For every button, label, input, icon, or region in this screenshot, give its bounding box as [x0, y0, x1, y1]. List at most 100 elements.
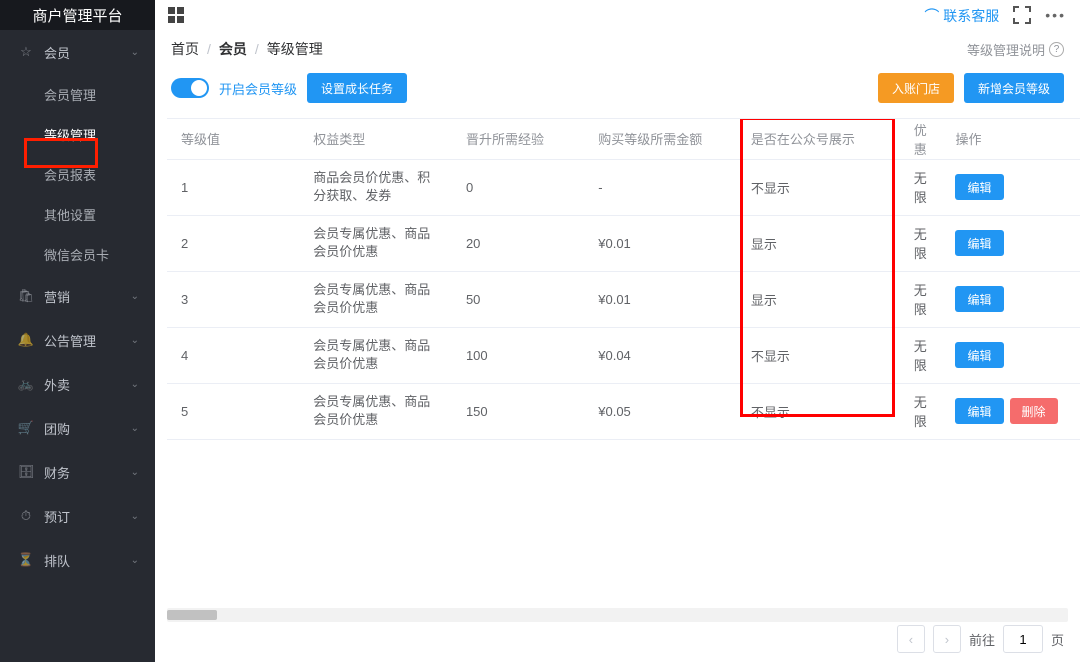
sidebar-group-会员[interactable]: ☆会员⌄ [0, 30, 155, 74]
ops-cell: 编辑 [941, 327, 1080, 383]
breadcrumb-level2: 等级管理 [267, 39, 323, 59]
table-cell: 20 [452, 215, 584, 271]
menu-icon: 🔔 [18, 332, 34, 348]
main-panel: 首页 / 会员 / 等级管理 等级管理说明? 开启会员等级 设置成长任务 入账门… [155, 30, 1080, 662]
table-cell: 3 [167, 271, 299, 327]
table-cell: ¥0.05 [584, 383, 737, 439]
chevron-down-icon: ⌄ [131, 379, 139, 390]
table-row: 4会员专属优惠、商品会员价优惠100¥0.04不显示无限编辑 [167, 327, 1080, 383]
menu-icon: 🚲 [18, 376, 34, 392]
levels-table-wrap: 等级值权益类型晋升所需经验购买等级所需金额是否在公众号展示优惠操作 1商品会员价… [167, 118, 1080, 612]
sidebar: 商户管理平台 ☆会员⌄会员管理等级管理会员报表其他设置微信会员卡🛍营销⌄🔔公告管… [0, 0, 155, 662]
sidebar-group-团购[interactable]: 🛒团购⌄ [0, 406, 155, 450]
table-cell: ¥0.01 [584, 215, 737, 271]
sidebar-group-营销[interactable]: 🛍 营销 ⌄ [0, 274, 155, 318]
add-level-button[interactable]: 新增会员等级 [964, 73, 1064, 103]
table-cell: 100 [452, 327, 584, 383]
horizontal-scrollbar[interactable] [167, 608, 1068, 622]
edit-button[interactable]: 编辑 [955, 398, 1003, 424]
table-cell: 无限 [900, 271, 942, 327]
table-row: 2会员专属优惠、商品会员价优惠20¥0.01显示无限编辑 [167, 215, 1080, 271]
page-input[interactable] [1003, 625, 1043, 653]
edit-button[interactable]: 编辑 [955, 230, 1003, 256]
help-note[interactable]: 等级管理说明? [967, 40, 1064, 59]
table-cell: 会员专属优惠、商品会员价优惠 [299, 215, 452, 271]
table-cell: 会员专属优惠、商品会员价优惠 [299, 383, 452, 439]
delete-button[interactable]: 删除 [1010, 398, 1058, 424]
table-cell: ¥0.01 [584, 271, 737, 327]
sidebar-group-财务[interactable]: 🗄 财务 ⌄ [0, 450, 155, 494]
table-cell: 无限 [900, 215, 942, 271]
menu-icon: ⏱ [18, 508, 34, 524]
contact-support-link[interactable]: ⌒ 联系客服 [924, 5, 999, 26]
table-cell: 无限 [900, 383, 942, 439]
table-cell: 会员专属优惠、商品会员价优惠 [299, 271, 452, 327]
set-growth-task-button[interactable]: 设置成长任务 [307, 73, 407, 103]
table-cell: 不显示 [737, 159, 900, 215]
table-cell: 5 [167, 383, 299, 439]
table-cell: 4 [167, 327, 299, 383]
toolbar: 开启会员等级 设置成长任务 入账门店 新增会员等级 [155, 68, 1080, 108]
sidebar-item-其他设置[interactable]: 其他设置 [0, 194, 155, 234]
sidebar-group-预订[interactable]: ⏱ 预订 ⌄ [0, 494, 155, 538]
chevron-down-icon: ⌄ [131, 555, 139, 566]
col-header: 操作 [941, 119, 1080, 159]
topbar: ⌒ 联系客服 ••• [0, 0, 1080, 30]
menu-label: 外卖 [44, 375, 70, 394]
chevron-down-icon: ⌄ [131, 291, 139, 302]
chevron-down-icon: ⌄ [131, 47, 139, 58]
chevron-down-icon: ⌄ [131, 467, 139, 478]
table-cell: 显示 [737, 215, 900, 271]
fullscreen-icon[interactable] [1013, 6, 1031, 24]
menu-icon: 🛍 [18, 288, 34, 304]
sidebar-item-会员管理[interactable]: 会员管理 [0, 74, 155, 114]
col-header: 晋升所需经验 [452, 119, 584, 159]
sidebar-item-会员报表[interactable]: 会员报表 [0, 154, 155, 194]
table-cell: 2 [167, 215, 299, 271]
page-unit: 页 [1051, 630, 1064, 649]
breadcrumb-level1[interactable]: 会员 [219, 39, 247, 59]
switch-label: 开启会员等级 [219, 79, 297, 98]
table-cell: - [584, 159, 737, 215]
menu-label: 排队 [44, 551, 70, 570]
menu-icon: ⏳ [18, 552, 34, 568]
ops-cell: 编辑 [941, 159, 1080, 215]
chevron-down-icon: ⌄ [131, 511, 139, 522]
edit-button[interactable]: 编辑 [955, 174, 1003, 200]
menu-icon: 🗄 [18, 464, 34, 480]
edit-button[interactable]: 编辑 [955, 286, 1003, 312]
ops-cell: 编辑 [941, 215, 1080, 271]
sidebar-group-公告管理[interactable]: 🔔公告管理⌄ [0, 318, 155, 362]
col-header: 权益类型 [299, 119, 452, 159]
table-cell: ¥0.04 [584, 327, 737, 383]
menu-label: 团购 [44, 419, 70, 438]
menu-label: 营销 [44, 287, 70, 306]
menu-icon: 🛒 [18, 420, 34, 436]
breadcrumb-home[interactable]: 首页 [171, 39, 199, 59]
menu-label: 公告管理 [44, 331, 96, 350]
headset-icon: ⌒ [924, 8, 939, 25]
sidebar-item-微信会员卡[interactable]: 微信会员卡 [0, 234, 155, 274]
col-header: 购买等级所需金额 [584, 119, 737, 159]
apps-icon[interactable] [168, 7, 184, 23]
store-entry-button[interactable]: 入账门店 [878, 73, 954, 103]
table-cell: 会员专属优惠、商品会员价优惠 [299, 327, 452, 383]
table-cell: 150 [452, 383, 584, 439]
sidebar-item-等级管理[interactable]: 等级管理 [0, 114, 155, 154]
more-icon[interactable]: ••• [1045, 7, 1066, 23]
enable-levels-switch[interactable] [171, 78, 209, 98]
table-cell: 显示 [737, 271, 900, 327]
page-next-button[interactable]: › [933, 625, 961, 653]
col-header: 等级值 [167, 119, 299, 159]
table-cell: 商品会员价优惠、积分获取、发券 [299, 159, 452, 215]
sidebar-group-外卖[interactable]: 🚲 外卖 ⌄ [0, 362, 155, 406]
menu-label: 财务 [44, 463, 70, 482]
pagination: ‹ › 前往 页 [897, 624, 1064, 654]
edit-button[interactable]: 编辑 [955, 342, 1003, 368]
table-cell: 0 [452, 159, 584, 215]
goto-label: 前往 [969, 630, 995, 649]
menu-label: 预订 [44, 507, 70, 526]
page-prev-button[interactable]: ‹ [897, 625, 925, 653]
sidebar-group-排队[interactable]: ⏳ 排队 ⌄ [0, 538, 155, 582]
col-header: 是否在公众号展示 [737, 119, 900, 159]
